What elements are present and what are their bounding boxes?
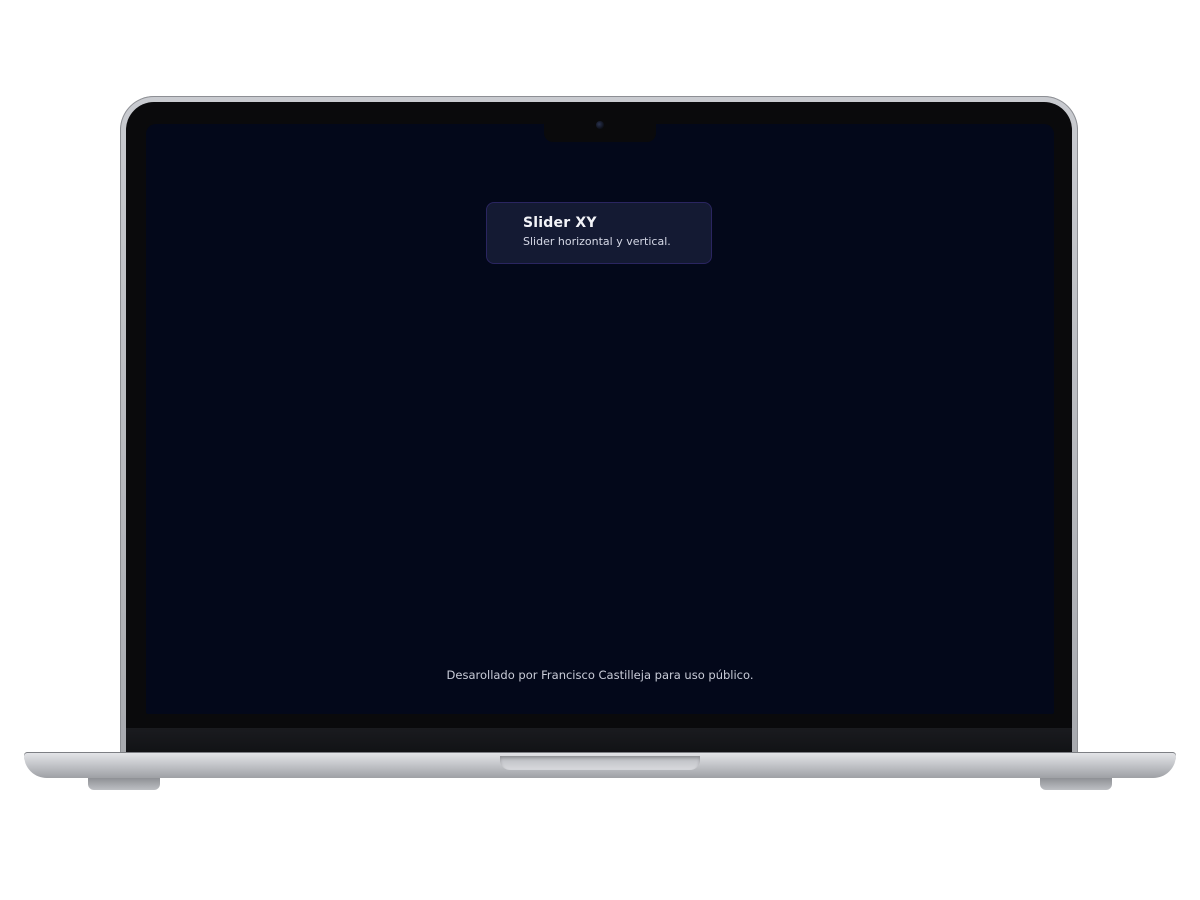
laptop-foot-right — [1040, 778, 1112, 790]
laptop-mockup: Slider XY Slider horizontal y vertical. … — [0, 0, 1200, 900]
card-subtitle: Slider horizontal y vertical. — [523, 235, 671, 248]
slider-info-card: Slider XY Slider horizontal y vertical. — [486, 202, 712, 264]
camera-icon — [596, 121, 604, 129]
laptop-foot-left — [88, 778, 160, 790]
laptop-opening-lip — [500, 756, 700, 770]
card-title: Slider XY — [523, 215, 597, 231]
footer-credit: Desarollado por Francisco Castilleja par… — [446, 668, 754, 682]
laptop-screen: Slider XY Slider horizontal y vertical. … — [146, 124, 1054, 714]
